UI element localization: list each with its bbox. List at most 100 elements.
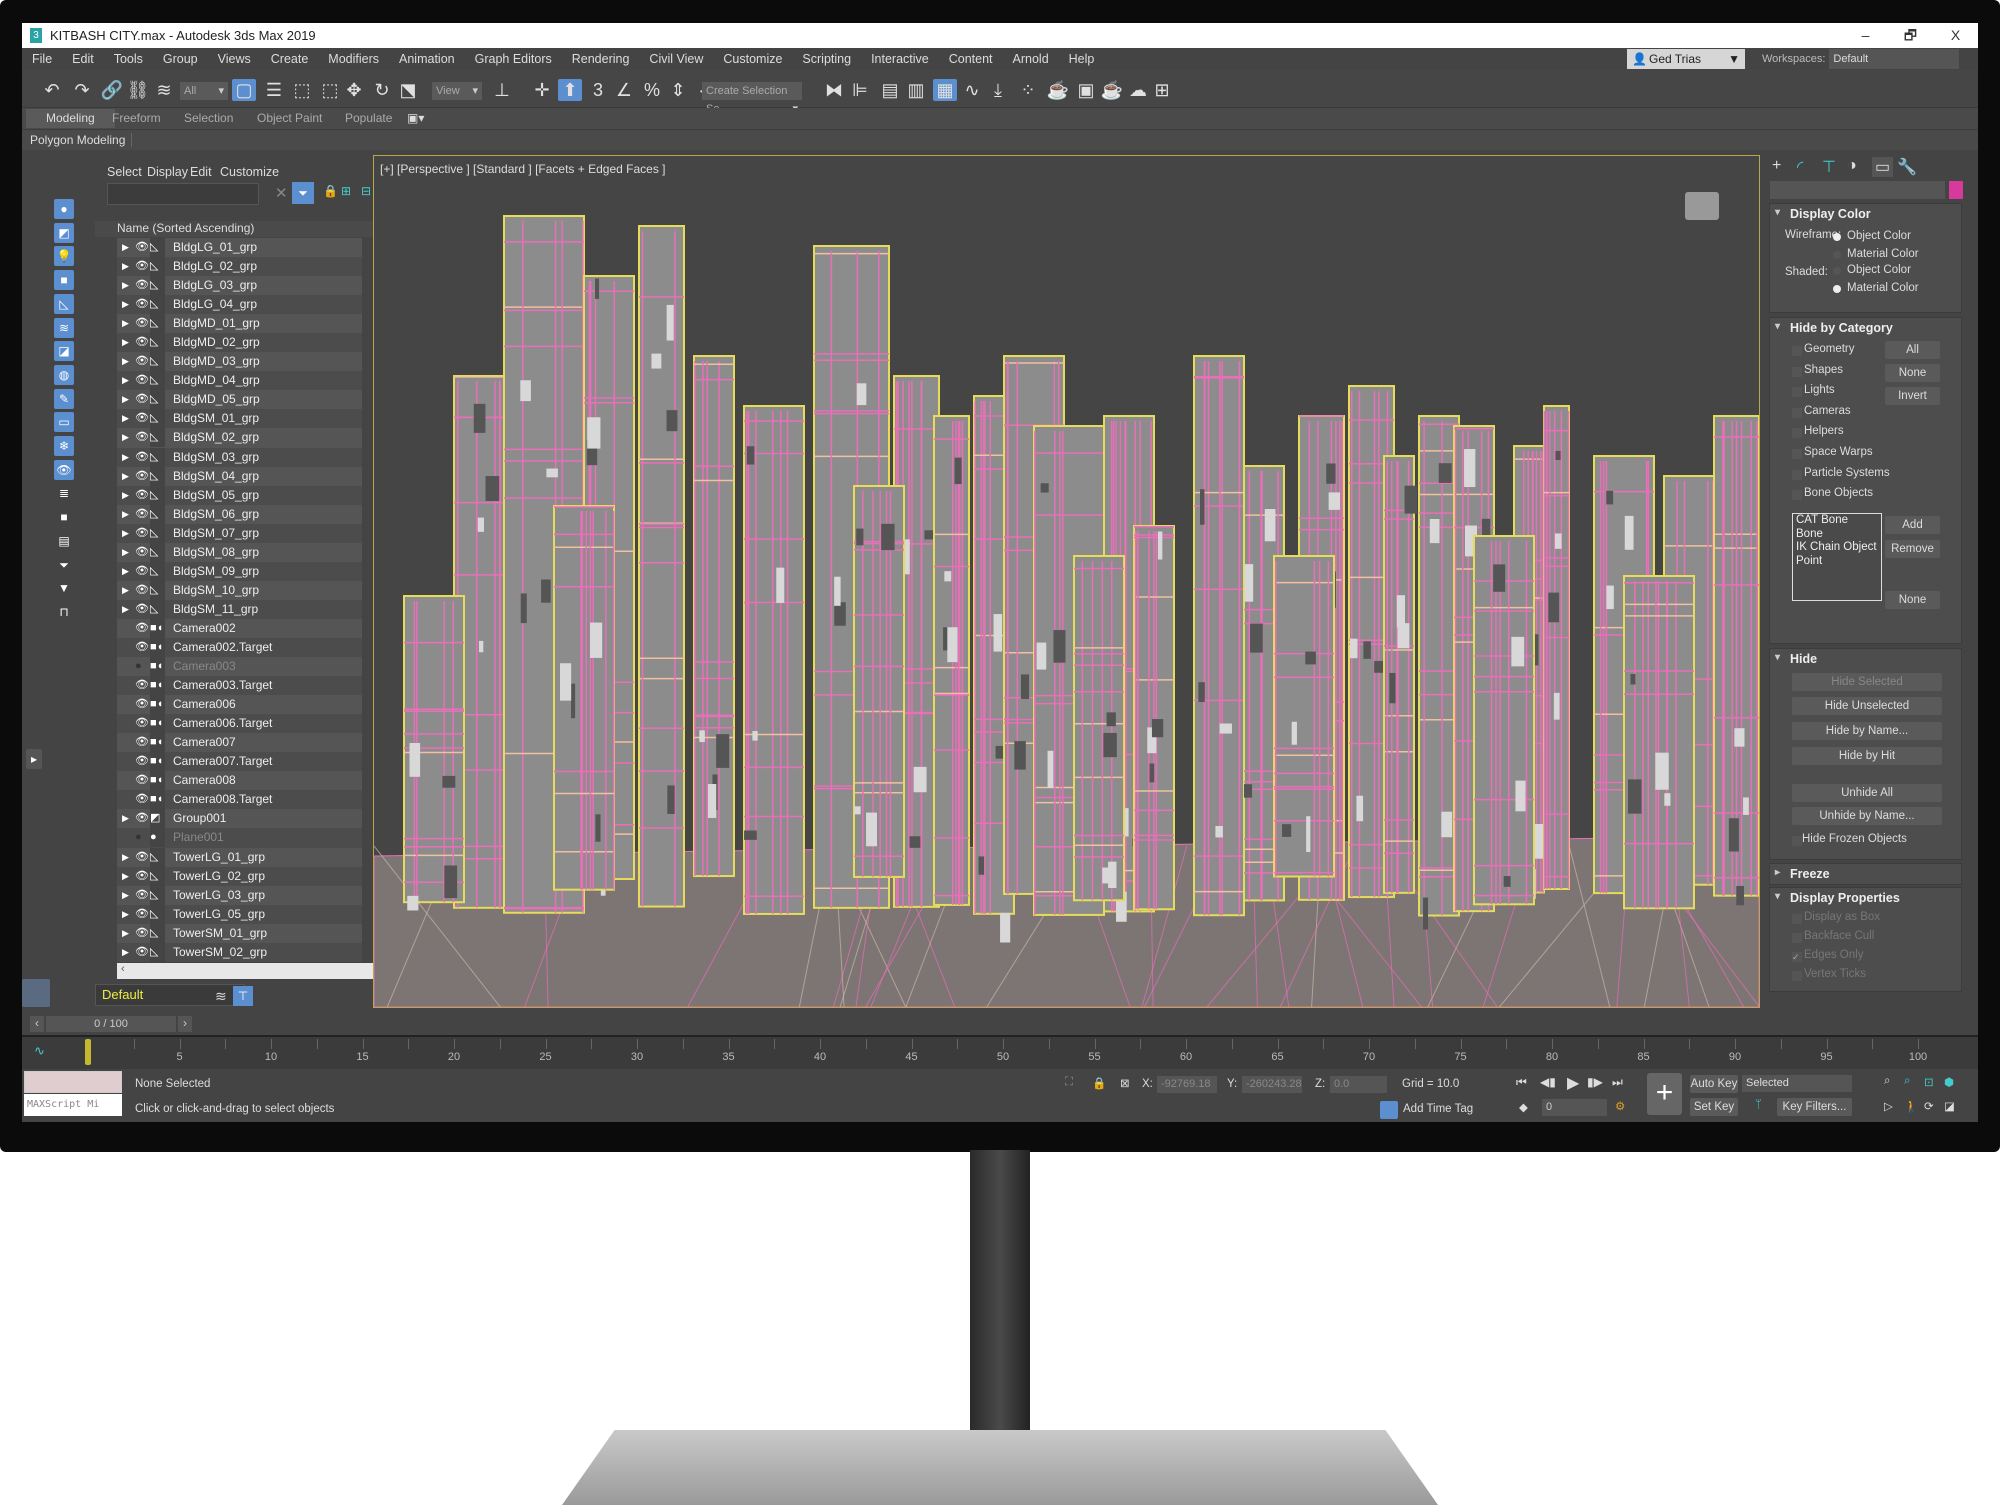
undo-icon[interactable]: ↶ bbox=[40, 79, 64, 101]
scene-object-row[interactable]: ▶ 👁 ◺ TowerLG_01_grp bbox=[117, 847, 362, 867]
time-slider-handle[interactable] bbox=[85, 1039, 91, 1065]
rect-selection-icon[interactable]: ⬚ bbox=[290, 79, 314, 101]
object-color-swatch[interactable] bbox=[1949, 181, 1963, 199]
selection-lock-icon[interactable]: 🔒 bbox=[1092, 1076, 1106, 1090]
mirror-icon[interactable]: ⧓ bbox=[822, 79, 846, 101]
lock-icon[interactable]: 🔒 bbox=[323, 184, 338, 198]
keyboard-shortcut-icon[interactable]: ⬆ bbox=[558, 79, 582, 101]
wireframe-object-color-radio[interactable] bbox=[1833, 233, 1841, 241]
expand-arrow-icon[interactable]: ▶ bbox=[122, 581, 129, 600]
hierarchy-expand-icon[interactable]: ⊞ bbox=[341, 184, 351, 198]
select-object-icon[interactable]: ▢ bbox=[232, 79, 256, 101]
display-tab-icon[interactable]: ▭ bbox=[1872, 157, 1894, 177]
ribbon-tab-selection[interactable]: Selection bbox=[184, 111, 233, 125]
shaded-object-color-radio[interactable] bbox=[1833, 267, 1841, 275]
groups-filter-icon[interactable]: ◪ bbox=[54, 341, 74, 362]
render-cloud-icon[interactable]: ☁ bbox=[1126, 79, 1150, 101]
scene-object-row[interactable]: 👁 ■◖ Camera008.Target bbox=[117, 790, 362, 810]
visibility-eye-icon[interactable]: 👁 bbox=[135, 543, 149, 562]
category-checkbox[interactable] bbox=[1792, 346, 1802, 356]
prev-frame-button[interactable]: ‹ bbox=[30, 1016, 44, 1032]
menu-edit[interactable]: Edit bbox=[62, 52, 104, 66]
bone-type-list[interactable]: CAT Bone Bone IK Chain Object Point bbox=[1792, 513, 1882, 601]
hide-frozen-checkbox[interactable] bbox=[1792, 836, 1802, 846]
menu-help[interactable]: Help bbox=[1059, 52, 1105, 66]
category-all-button[interactable]: All bbox=[1885, 341, 1940, 359]
material-editor-icon[interactable]: ⁘ bbox=[1016, 79, 1040, 101]
category-checkbox[interactable] bbox=[1792, 387, 1802, 398]
scene-object-row[interactable]: ▶ 👁 ◺ TowerLG_05_grp bbox=[117, 904, 362, 924]
scene-object-row[interactable]: ▶ 👁 ◺ BldgSM_03_grp bbox=[117, 447, 362, 467]
zoom-extents-icon[interactable]: ⊡ bbox=[1924, 1075, 1934, 1089]
scene-object-row[interactable]: ▶ 👁 ◺ BldgSM_09_grp bbox=[117, 561, 362, 581]
layer-explorer-icon[interactable]: ▥ bbox=[904, 79, 928, 101]
container-icon[interactable]: ⊓ bbox=[54, 602, 74, 622]
visibility-eye-icon[interactable]: 👁 bbox=[135, 676, 149, 695]
next-frame-button[interactable]: › bbox=[178, 1016, 192, 1032]
time-configuration-icon[interactable]: ⚙ bbox=[1615, 1099, 1625, 1113]
visibility-eye-icon[interactable]: 👁 bbox=[135, 600, 149, 619]
menu-content[interactable]: Content bbox=[939, 52, 1003, 66]
visibility-eye-icon[interactable]: 👁 bbox=[135, 581, 149, 600]
scene-object-row[interactable]: ▶ 👁 ◺ TowerSM_01_grp bbox=[117, 923, 362, 943]
hide-by-name-button[interactable]: Hide by Name... bbox=[1792, 722, 1942, 740]
visibility-eye-icon[interactable]: 👁 bbox=[135, 562, 149, 581]
display-color-rollout-header[interactable]: Display Color bbox=[1770, 204, 1961, 221]
hide-rollout-header[interactable]: Hide bbox=[1770, 649, 1961, 666]
polygon-modeling-tab[interactable]: Polygon Modeling bbox=[30, 133, 133, 147]
rotate-icon[interactable]: ↻ bbox=[370, 79, 394, 101]
close-button[interactable]: X bbox=[1933, 23, 1978, 48]
x-coordinate-field[interactable]: -92769.18 bbox=[1157, 1076, 1217, 1093]
add-time-tag-button[interactable]: Add Time Tag bbox=[1403, 1103, 1473, 1115]
expand-arrow-icon[interactable]: ▶ bbox=[122, 486, 129, 505]
expand-arrow-icon[interactable]: ▶ bbox=[122, 409, 129, 428]
menu-customize[interactable]: Customize bbox=[713, 52, 792, 66]
viewcube-icon[interactable] bbox=[1685, 192, 1719, 220]
render-icon[interactable]: ☕ bbox=[1100, 79, 1124, 101]
filter-icon[interactable]: ▼ bbox=[54, 578, 74, 598]
explorer-search-input[interactable] bbox=[107, 183, 259, 205]
go-to-end-icon[interactable]: ⏭ bbox=[1612, 1075, 1623, 1090]
go-to-start-icon[interactable]: ⏮ bbox=[1516, 1075, 1527, 1090]
visibility-eye-icon[interactable]: 👁 bbox=[135, 295, 149, 314]
visibility-eye-icon[interactable]: 👁 bbox=[135, 809, 149, 828]
scene-object-row[interactable]: 👁 ■◖ Camera002.Target bbox=[117, 637, 362, 658]
play-icon[interactable]: ▶ bbox=[1567, 1073, 1579, 1093]
hide-unselected-button[interactable]: Hide Unselected bbox=[1792, 697, 1942, 715]
isolate-selection-icon[interactable]: ⛶ bbox=[1065, 1076, 1073, 1089]
scene-object-row[interactable]: ▶ 👁 ◺ BldgMD_01_grp bbox=[117, 314, 362, 334]
next-key-icon[interactable]: ▮▶ bbox=[1587, 1075, 1603, 1089]
named-selection-dropdown[interactable]: Create Selection Se bbox=[702, 82, 802, 118]
maxscript-listener-output[interactable] bbox=[24, 1071, 122, 1093]
visibility-eye-icon[interactable]: 👁 bbox=[135, 333, 149, 352]
hierarchy-collapse-icon[interactable]: ⊟ bbox=[361, 184, 371, 198]
expand-arrow-icon[interactable]: ▶ bbox=[122, 390, 129, 409]
bone-type-item[interactable]: CAT Bone bbox=[1793, 514, 1881, 528]
zoom-all-icon[interactable]: ⌕ bbox=[1904, 1075, 1910, 1088]
previous-key-icon[interactable]: ◀▮ bbox=[1540, 1075, 1556, 1089]
motion-tab-icon[interactable]: ◑ bbox=[1847, 157, 1857, 175]
expand-arrow-icon[interactable]: ▶ bbox=[122, 352, 129, 371]
reference-coordinate-dropdown[interactable]: View bbox=[432, 82, 482, 100]
menu-interactive[interactable]: Interactive bbox=[861, 52, 939, 66]
name-column-header[interactable]: Name (Sorted Ascending) bbox=[95, 221, 377, 237]
ribbon-tab-modeling[interactable]: Modeling bbox=[26, 109, 115, 128]
expand-arrow-icon[interactable]: ▶ bbox=[122, 276, 129, 295]
unhide-all-button[interactable]: Unhide All bbox=[1792, 784, 1942, 802]
cameras-filter-icon[interactable]: ■ bbox=[54, 270, 74, 291]
menu-animation[interactable]: Animation bbox=[389, 52, 465, 66]
expand-arrow-icon[interactable]: ▶ bbox=[122, 238, 129, 257]
visibility-eye-icon[interactable]: 👁 bbox=[135, 619, 149, 638]
scene-object-row[interactable]: 👁 ■◖ Camera007.Target bbox=[117, 752, 362, 772]
ribbon-icon[interactable]: ▦ bbox=[933, 79, 957, 101]
visibility-eye-icon[interactable]: 👁 bbox=[135, 276, 149, 295]
display-property-checkbox[interactable] bbox=[1792, 971, 1802, 981]
menu-modifiers[interactable]: Modifiers bbox=[318, 52, 389, 66]
bone-type-item[interactable]: Bone bbox=[1793, 528, 1881, 542]
visibility-eye-icon[interactable]: 👁 bbox=[135, 714, 149, 733]
scene-object-row[interactable]: ▶ 👁 ◺ BldgSM_11_grp bbox=[117, 599, 362, 619]
hide-by-category-rollout-header[interactable]: Hide by Category bbox=[1770, 318, 1961, 335]
category-none-button[interactable]: None bbox=[1885, 364, 1940, 382]
rendered-frame-icon[interactable]: ▣ bbox=[1074, 79, 1098, 101]
ribbon-tab-populate[interactable]: Populate bbox=[345, 111, 392, 125]
